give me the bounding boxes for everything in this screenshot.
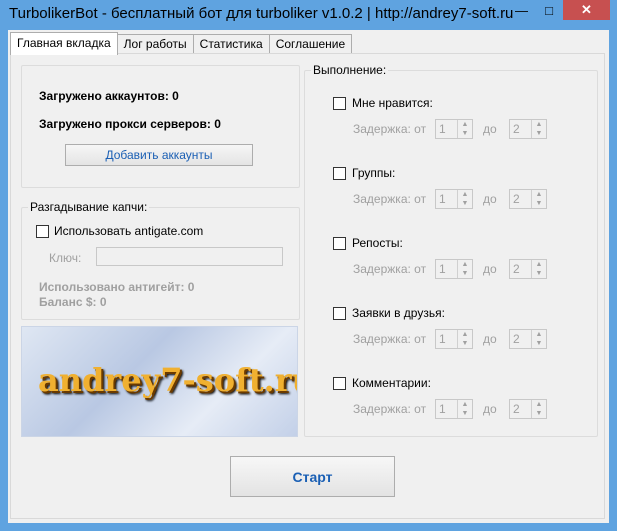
antigate-used-label: Использовано антигейт: 0 bbox=[39, 280, 195, 294]
comments-delay-label: Задержка: от bbox=[353, 402, 427, 416]
likes-to-label: до bbox=[483, 122, 497, 136]
execution-group-title: Выполнение: bbox=[311, 63, 389, 77]
loaded-accounts-label: Загружено аккаунтов: 0 bbox=[39, 89, 179, 103]
friend-requests-label: Заявки в друзья: bbox=[352, 306, 445, 320]
tab-main[interactable]: Главная вкладка bbox=[10, 32, 118, 55]
comments-to-label: до bbox=[483, 402, 497, 416]
tab-log[interactable]: Лог работы bbox=[116, 34, 194, 54]
balance-label: Баланс $: 0 bbox=[39, 295, 107, 309]
antigate-key-input[interactable] bbox=[96, 247, 283, 266]
groups-delay-from-value: 1 bbox=[439, 192, 446, 206]
likes-checkbox[interactable] bbox=[333, 97, 346, 110]
reposts-checkbox[interactable] bbox=[333, 237, 346, 250]
spin-down-icon[interactable]: ▼ bbox=[532, 339, 546, 348]
minimize-button[interactable]: — bbox=[508, 0, 535, 20]
spin-up-icon[interactable]: ▲ bbox=[532, 120, 546, 129]
client-area: Главная вкладка Лог работы Статистика Со… bbox=[8, 30, 609, 523]
spin-down-icon[interactable]: ▼ bbox=[532, 409, 546, 418]
tab-page-main: Загружено аккаунтов: 0 Загружено прокси … bbox=[10, 53, 605, 519]
spin-up-icon[interactable]: ▲ bbox=[458, 260, 472, 269]
logo-text: andrey7-soft.ru bbox=[38, 361, 298, 399]
groups-delay-from[interactable]: 1 ▲ ▼ bbox=[435, 189, 473, 209]
spin-down-icon[interactable]: ▼ bbox=[458, 339, 472, 348]
reposts-delay-to[interactable]: 2 ▲ ▼ bbox=[509, 259, 547, 279]
start-button[interactable]: Старт bbox=[230, 456, 395, 497]
groups-to-label: до bbox=[483, 192, 497, 206]
captcha-group-title: Разгадывание капчи: bbox=[28, 200, 150, 214]
key-label: Ключ: bbox=[49, 251, 82, 265]
spin-up-icon[interactable]: ▲ bbox=[532, 330, 546, 339]
likes-delay-to[interactable]: 2 ▲ ▼ bbox=[509, 119, 547, 139]
site-logo: andrey7-soft.ru bbox=[21, 326, 298, 437]
comments-delay-to-value: 2 bbox=[513, 402, 520, 416]
start-button-label: Старт bbox=[292, 468, 333, 485]
app-window: TurbolikerBot - бесплатный бот для turbo… bbox=[0, 0, 617, 531]
spin-down-icon[interactable]: ▼ bbox=[458, 199, 472, 208]
spin-up-icon[interactable]: ▲ bbox=[532, 260, 546, 269]
spin-down-icon[interactable]: ▼ bbox=[458, 129, 472, 138]
spin-up-icon[interactable]: ▲ bbox=[458, 120, 472, 129]
likes-delay-from-value: 1 bbox=[439, 122, 446, 136]
spin-down-icon[interactable]: ▼ bbox=[458, 409, 472, 418]
tab-strip: Главная вкладка Лог работы Статистика Со… bbox=[10, 32, 353, 55]
spin-down-icon[interactable]: ▼ bbox=[532, 269, 546, 278]
execution-group: Выполнение: Мне нравится: Задержка: от 1… bbox=[304, 63, 598, 437]
spin-up-icon[interactable]: ▲ bbox=[458, 190, 472, 199]
friend-requests-delay-to-value: 2 bbox=[513, 332, 520, 346]
tab-agreement[interactable]: Соглашение bbox=[268, 34, 353, 54]
comments-label: Комментарии: bbox=[352, 376, 431, 390]
loaded-proxies-label: Загружено прокси серверов: 0 bbox=[39, 117, 221, 131]
comments-delay-from[interactable]: 1 ▲ ▼ bbox=[435, 399, 473, 419]
comments-delay-to[interactable]: 2 ▲ ▼ bbox=[509, 399, 547, 419]
likes-label: Мне нравится: bbox=[352, 96, 433, 110]
likes-delay-from[interactable]: 1 ▲ ▼ bbox=[435, 119, 473, 139]
friend-requests-to-label: до bbox=[483, 332, 497, 346]
use-antigate-checkbox[interactable] bbox=[36, 225, 49, 238]
reposts-delay-label: Задержка: от bbox=[353, 262, 427, 276]
reposts-to-label: до bbox=[483, 262, 497, 276]
title-bar[interactable]: TurbolikerBot - бесплатный бот для turbo… bbox=[0, 0, 617, 30]
friend-requests-delay-label: Задержка: от bbox=[353, 332, 427, 346]
reposts-label: Репосты: bbox=[352, 236, 403, 250]
captcha-group: Разгадывание капчи: Использовать antigat… bbox=[21, 200, 300, 320]
close-button[interactable]: ✕ bbox=[563, 0, 610, 20]
spin-up-icon[interactable]: ▲ bbox=[458, 330, 472, 339]
spin-up-icon[interactable]: ▲ bbox=[532, 190, 546, 199]
likes-delay-label: Задержка: от bbox=[353, 122, 427, 136]
groups-checkbox[interactable] bbox=[333, 167, 346, 180]
spin-down-icon[interactable]: ▼ bbox=[458, 269, 472, 278]
spin-down-icon[interactable]: ▼ bbox=[532, 199, 546, 208]
spin-down-icon[interactable]: ▼ bbox=[532, 129, 546, 138]
window-title: TurbolikerBot - бесплатный бот для turbo… bbox=[9, 5, 514, 22]
spin-up-icon[interactable]: ▲ bbox=[532, 400, 546, 409]
friend-requests-delay-from-value: 1 bbox=[439, 332, 446, 346]
reposts-delay-from-value: 1 bbox=[439, 262, 446, 276]
groups-label: Группы: bbox=[352, 166, 396, 180]
add-accounts-button[interactable]: Добавить аккаунты bbox=[65, 144, 253, 166]
reposts-delay-to-value: 2 bbox=[513, 262, 520, 276]
groups-delay-to[interactable]: 2 ▲ ▼ bbox=[509, 189, 547, 209]
groups-delay-to-value: 2 bbox=[513, 192, 520, 206]
use-antigate-label: Использовать antigate.com bbox=[54, 224, 204, 238]
likes-delay-to-value: 2 bbox=[513, 122, 520, 136]
comments-checkbox[interactable] bbox=[333, 377, 346, 390]
maximize-button[interactable]: □ bbox=[536, 0, 562, 20]
add-accounts-label: Добавить аккаунты bbox=[105, 148, 213, 162]
spin-up-icon[interactable]: ▲ bbox=[458, 400, 472, 409]
tab-stats[interactable]: Статистика bbox=[192, 34, 270, 54]
reposts-delay-from[interactable]: 1 ▲ ▼ bbox=[435, 259, 473, 279]
accounts-group: Загружено аккаунтов: 0 Загружено прокси … bbox=[21, 65, 300, 188]
friend-requests-delay-from[interactable]: 1 ▲ ▼ bbox=[435, 329, 473, 349]
comments-delay-from-value: 1 bbox=[439, 402, 446, 416]
friend-requests-delay-to[interactable]: 2 ▲ ▼ bbox=[509, 329, 547, 349]
groups-delay-label: Задержка: от bbox=[353, 192, 427, 206]
friend-requests-checkbox[interactable] bbox=[333, 307, 346, 320]
